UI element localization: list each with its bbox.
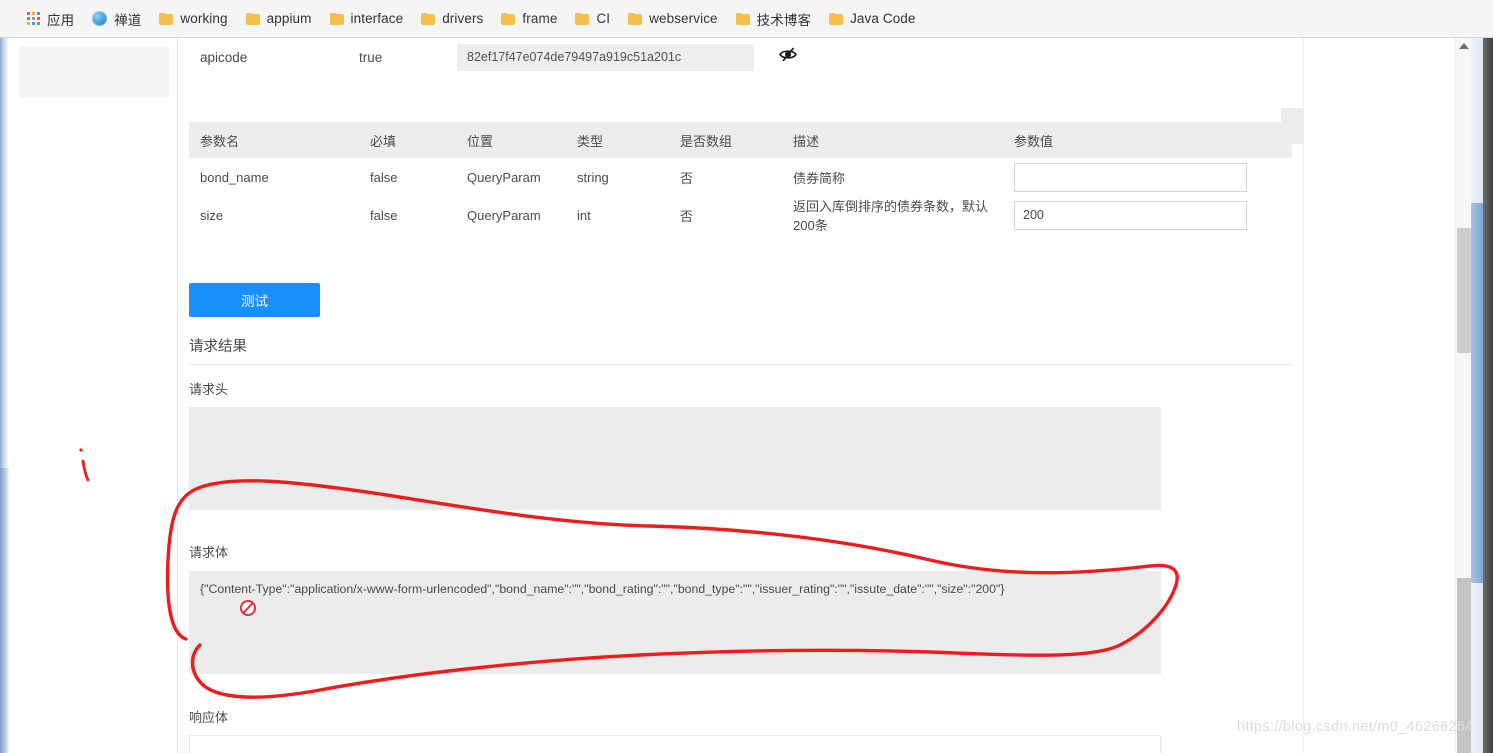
window-right-border: [1483, 38, 1493, 753]
bookmark-java-code[interactable]: Java Code: [820, 6, 924, 32]
param-value-cell: [1003, 196, 1292, 234]
parameters-table: 参数名 必填 位置 类型 是否数组 描述 参数值 bond_name false…: [189, 122, 1292, 234]
window-scrollbar-thumb[interactable]: [1471, 203, 1483, 583]
param-name: size: [200, 207, 224, 223]
folder-icon: [735, 12, 750, 25]
bookmark-ci[interactable]: CI: [566, 6, 619, 32]
column-header-is-array: 是否数组: [669, 122, 782, 158]
left-nav-placeholder: [19, 46, 169, 98]
param-position: QueryParam: [467, 169, 541, 185]
table-row: bond_name false QueryParam string 否 债券简称: [189, 158, 1292, 196]
apicode-row: apicode true 82ef17f47e074de79497a919c51…: [189, 38, 1294, 76]
bookmark-label: interface: [350, 11, 404, 26]
column-header-description: 描述: [782, 122, 1003, 158]
request-body-label: 请求体: [189, 545, 229, 560]
folder-icon: [329, 12, 344, 25]
bookmark-appium[interactable]: appium: [237, 6, 321, 32]
browser-window: 应用 禅道 working appium interface drivers f…: [0, 0, 1493, 753]
table-header-row: 参数名 必填 位置 类型 是否数组 描述 参数值: [189, 122, 1292, 158]
bookmark-drivers[interactable]: drivers: [412, 6, 492, 32]
result-divider: [189, 364, 1292, 365]
bookmark-label: appium: [266, 11, 312, 26]
param-description: 债券简称: [793, 170, 846, 186]
response-body-box[interactable]: [189, 735, 1161, 753]
bookmark-label: CI: [596, 11, 611, 26]
column-header-position: 位置: [456, 122, 566, 158]
param-type: string: [577, 169, 609, 185]
result-section-title: 请求结果: [189, 339, 247, 355]
request-header-box[interactable]: [189, 407, 1161, 510]
request-body-box[interactable]: {"Content-Type":"application/x-www-form-…: [189, 571, 1161, 674]
param-description: 返回入库倒排序的债券条数，默认200条: [793, 199, 989, 233]
folder-icon: [829, 12, 844, 25]
folder-icon: [159, 12, 174, 25]
inner-scrollbar[interactable]: [1455, 38, 1471, 753]
watermark: https://blog.csdn.net/m0_46266264: [1237, 719, 1474, 735]
request-body-json: {"Content-Type":"application/x-www-form-…: [200, 582, 1005, 596]
inner-scrollbar-thumb[interactable]: [1457, 228, 1471, 353]
bookmark-label: webservice: [649, 11, 718, 26]
request-header-label: 请求头: [189, 382, 229, 397]
bookmarks-bar: 应用 禅道 working appium interface drivers f…: [0, 0, 1493, 38]
folder-icon: [421, 12, 436, 25]
param-type: int: [577, 207, 591, 223]
bookmark-tech-blog[interactable]: 技术博客: [727, 6, 820, 32]
bookmark-label: 禅道: [114, 12, 142, 28]
test-button[interactable]: 测试: [189, 283, 320, 317]
param-value-input-size[interactable]: [1014, 200, 1247, 230]
bookmark-label: Java Code: [850, 11, 916, 26]
apps-grid-icon: [27, 12, 40, 25]
param-value-cell: [1003, 158, 1292, 196]
bookmark-webservice[interactable]: webservice: [619, 6, 727, 32]
apicode-name: apicode: [200, 49, 248, 65]
bookmark-label: 技术博客: [756, 12, 812, 28]
window-left-edge-lower: [0, 468, 9, 753]
left-nav-column: [9, 38, 178, 753]
bookmark-working[interactable]: working: [150, 6, 236, 32]
bookmark-label: working: [180, 11, 228, 26]
right-rail-placeholder: [1281, 108, 1304, 144]
content-right-rail: [1281, 38, 1440, 753]
api-detail-content: apicode true 82ef17f47e074de79497a919c51…: [179, 38, 1303, 753]
folder-icon: [628, 12, 643, 25]
table-row: size false QueryParam int 否 返回入库倒排序的债券条数…: [189, 196, 1292, 234]
param-is-array: 否: [680, 170, 694, 186]
folder-icon: [575, 12, 590, 25]
param-required: false: [370, 207, 398, 223]
globe-icon: [92, 11, 108, 26]
bookmark-interface[interactable]: interface: [321, 6, 413, 32]
column-header-value: 参数值: [1003, 122, 1292, 158]
bookmark-apps[interactable]: 应用: [18, 6, 83, 32]
bookmark-label: frame: [522, 11, 558, 26]
folder-icon: [245, 12, 260, 25]
apicode-required: true: [359, 49, 383, 65]
response-body-label: 响应体: [189, 710, 229, 725]
param-required: false: [370, 169, 398, 185]
eye-slash-icon[interactable]: [778, 46, 798, 68]
param-position: QueryParam: [467, 207, 541, 223]
param-is-array: 否: [680, 208, 694, 224]
param-value-input-bond-name[interactable]: [1014, 162, 1247, 192]
scroll-up-arrow-icon[interactable]: [1459, 43, 1469, 49]
bookmark-frame[interactable]: frame: [492, 6, 566, 32]
column-header-name: 参数名: [189, 122, 359, 158]
column-header-required: 必填: [359, 122, 456, 158]
bookmark-label: drivers: [442, 11, 484, 26]
bookmark-label: 应用: [47, 12, 75, 28]
column-header-type: 类型: [566, 122, 669, 158]
no-entry-cursor-icon: [239, 599, 257, 617]
param-name: bond_name: [200, 169, 269, 185]
page-viewport: apicode true 82ef17f47e074de79497a919c51…: [0, 38, 1493, 753]
bookmark-zentao[interactable]: 禅道: [83, 6, 150, 32]
folder-icon: [501, 12, 516, 25]
apicode-value-field[interactable]: 82ef17f47e074de79497a919c51a201c: [457, 43, 754, 71]
